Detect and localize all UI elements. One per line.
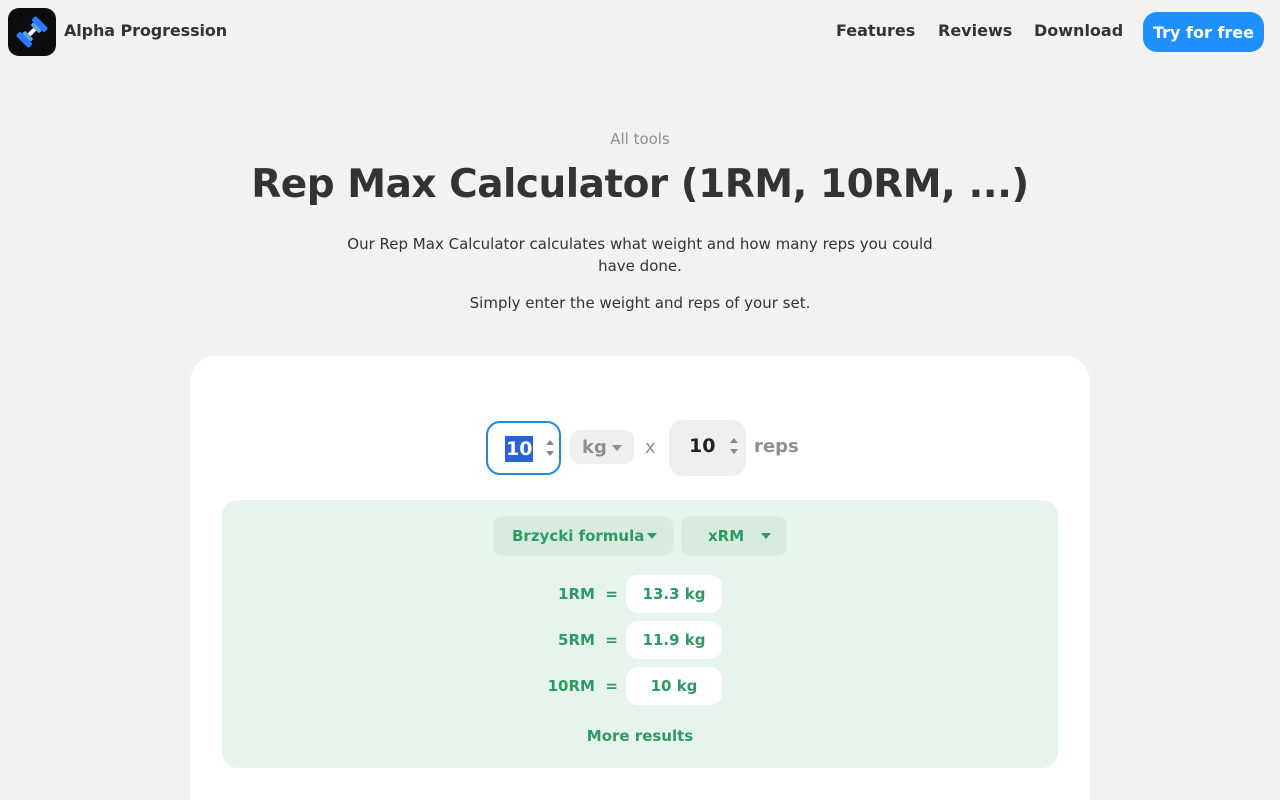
unit-select[interactable]: kg bbox=[570, 430, 634, 464]
reps-value[interactable]: 10 bbox=[689, 435, 715, 457]
try-for-free-button[interactable]: Try for free bbox=[1143, 12, 1264, 52]
reps-input[interactable]: 10 bbox=[669, 420, 746, 476]
mode-select[interactable]: xRM bbox=[681, 516, 787, 556]
spinner-up-icon[interactable] bbox=[730, 438, 738, 443]
spinner-up-icon[interactable] bbox=[546, 440, 554, 445]
unit-select-label: kg bbox=[582, 437, 607, 458]
all-tools-breadcrumb[interactable]: All tools bbox=[0, 130, 1280, 148]
spinner-down-icon[interactable] bbox=[546, 451, 554, 456]
reps-label: reps bbox=[754, 436, 799, 457]
page-description: Our Rep Max Calculator calculates what w… bbox=[347, 235, 933, 275]
more-results-link[interactable]: More results bbox=[0, 727, 1280, 745]
app-logo[interactable] bbox=[8, 8, 56, 56]
formula-select[interactable]: Brzycki formula bbox=[493, 516, 673, 556]
result-label-1rm: 1RM = bbox=[558, 585, 618, 603]
nav-features-link[interactable]: Features bbox=[836, 21, 915, 40]
result-label-5rm: 5RM = bbox=[558, 631, 618, 649]
page-instruction: Simply enter the weight and reps of your… bbox=[469, 294, 811, 312]
chevron-down-icon bbox=[612, 445, 622, 451]
chevron-down-icon bbox=[761, 533, 771, 539]
reps-spinner[interactable] bbox=[730, 435, 740, 457]
weight-input[interactable]: 10 bbox=[486, 421, 561, 475]
nav-reviews-link[interactable]: Reviews bbox=[938, 21, 1012, 40]
site-header: Alpha Progression Features Reviews Downl… bbox=[0, 0, 1280, 64]
dumbbell-icon bbox=[16, 16, 48, 48]
weight-spinner[interactable] bbox=[546, 437, 556, 459]
brand-name[interactable]: Alpha Progression bbox=[64, 21, 227, 40]
result-value-5rm: 11.9 kg bbox=[626, 621, 722, 659]
page-title: Rep Max Calculator (1RM, 10RM, ...) bbox=[251, 162, 1029, 207]
chevron-down-icon bbox=[647, 533, 657, 539]
result-value-10rm: 10 kg bbox=[626, 667, 722, 705]
times-sign: x bbox=[645, 437, 656, 458]
nav-download-link[interactable]: Download bbox=[1034, 21, 1123, 40]
weight-value[interactable]: 10 bbox=[505, 436, 534, 462]
result-value-1rm: 13.3 kg bbox=[626, 575, 722, 613]
result-label-10rm: 10RM = bbox=[547, 677, 618, 695]
formula-select-label: Brzycki formula bbox=[512, 527, 645, 545]
mode-select-label: xRM bbox=[708, 527, 745, 545]
spinner-down-icon[interactable] bbox=[730, 449, 738, 454]
